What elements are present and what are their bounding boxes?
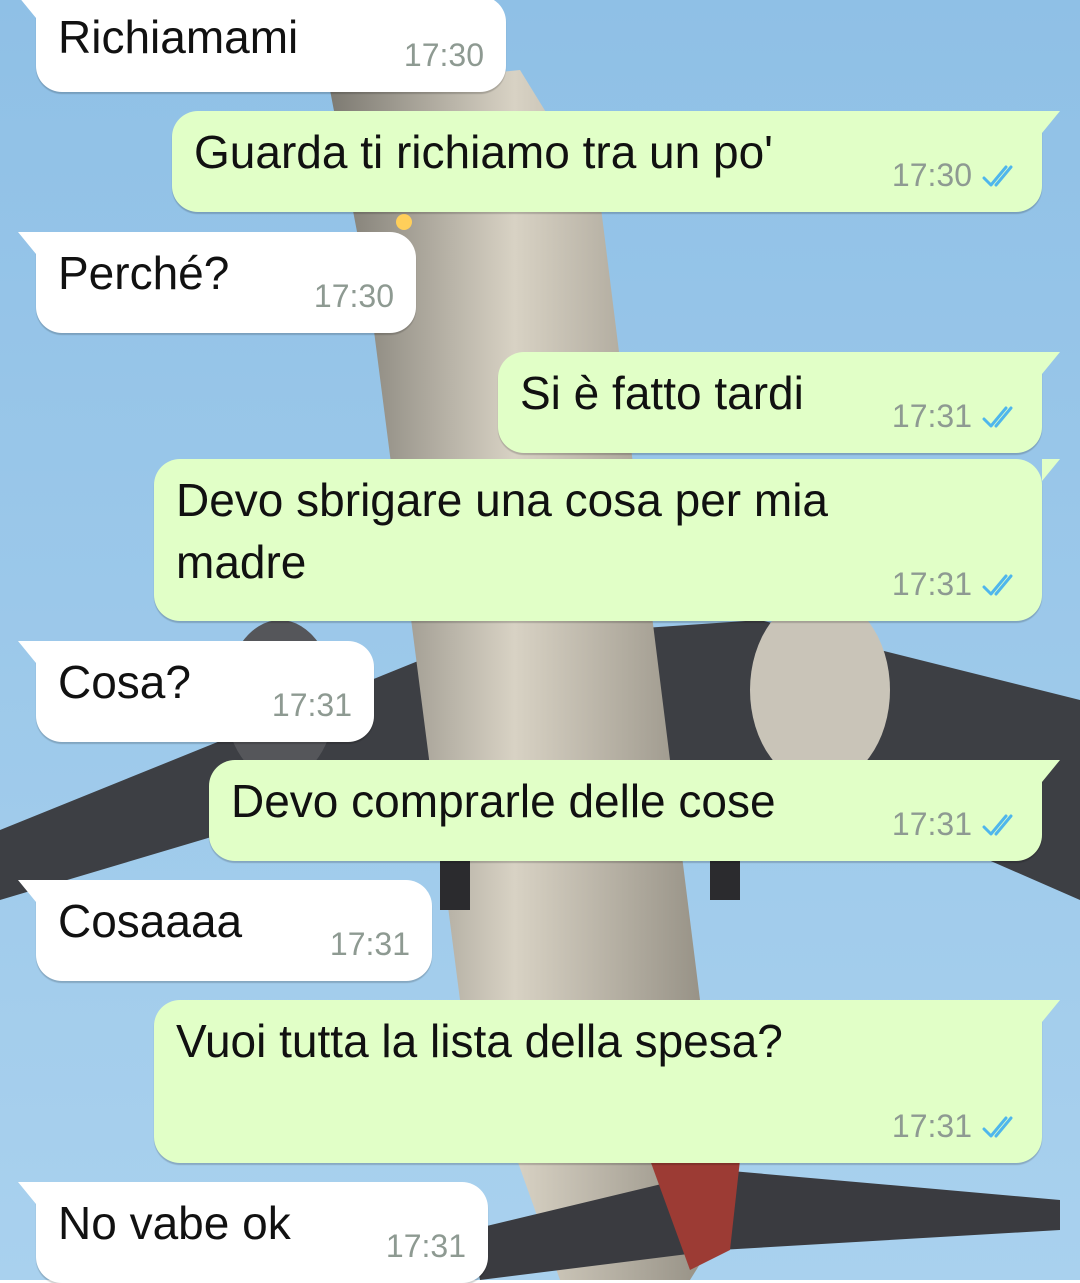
message-meta: 17:31 bbox=[892, 566, 1022, 603]
message-incoming[interactable]: Perché? 17:30 bbox=[18, 232, 416, 333]
message-time: 17:30 bbox=[313, 278, 394, 314]
message-time: 17:31 bbox=[385, 1228, 466, 1264]
message-time: 17:31 bbox=[891, 1108, 972, 1144]
message-time: 17:31 bbox=[329, 926, 410, 962]
message-outgoing[interactable]: Guarda ti richiamo tra un po' 17:30 bbox=[172, 111, 1060, 212]
message-meta: 17:31 bbox=[386, 1228, 466, 1265]
read-ticks-icon bbox=[982, 814, 1013, 835]
message-time: 17:30 bbox=[891, 157, 972, 193]
message-incoming[interactable]: Cosaaaa 17:31 bbox=[18, 880, 432, 981]
message-meta: 17:30 bbox=[404, 37, 484, 74]
message-text: Devo sbrigare una cosa per mia madre bbox=[176, 474, 841, 588]
message-outgoing[interactable]: Si è fatto tardi 17:31 bbox=[498, 352, 1060, 453]
message-meta: 17:30 bbox=[892, 157, 1022, 194]
read-ticks-icon bbox=[982, 406, 1013, 427]
read-ticks-icon bbox=[982, 1116, 1013, 1137]
chat-messages: Richiamami 17:30 Guarda ti richiamo tra … bbox=[0, 0, 1080, 1283]
message-meta: 17:31 bbox=[892, 1108, 1022, 1145]
message-outgoing[interactable]: Vuoi tutta la lista della spesa? 17:31 bbox=[154, 1000, 1060, 1163]
message-time: 17:30 bbox=[403, 37, 484, 73]
read-ticks-icon bbox=[982, 574, 1013, 595]
message-meta: 17:31 bbox=[892, 806, 1022, 843]
message-time: 17:31 bbox=[271, 687, 352, 723]
read-ticks-icon bbox=[982, 165, 1013, 186]
message-meta: 17:31 bbox=[272, 687, 352, 724]
message-outgoing[interactable]: Devo sbrigare una cosa per mia madre 17:… bbox=[154, 459, 1060, 621]
message-incoming[interactable]: Cosa? 17:31 bbox=[18, 641, 374, 742]
message-meta: 17:31 bbox=[330, 926, 410, 963]
message-meta: 17:31 bbox=[892, 398, 1022, 435]
message-incoming[interactable]: No vabe ok 17:31 bbox=[18, 1182, 488, 1283]
message-time: 17:31 bbox=[891, 566, 972, 602]
message-meta: 17:30 bbox=[314, 278, 394, 315]
message-incoming[interactable]: Richiamami 17:30 bbox=[18, 0, 506, 92]
message-time: 17:31 bbox=[891, 806, 972, 842]
message-time: 17:31 bbox=[891, 398, 972, 434]
message-outgoing[interactable]: Devo comprarle delle cose 17:31 bbox=[209, 760, 1060, 861]
message-text: Vuoi tutta la lista della spesa? bbox=[176, 1015, 783, 1067]
